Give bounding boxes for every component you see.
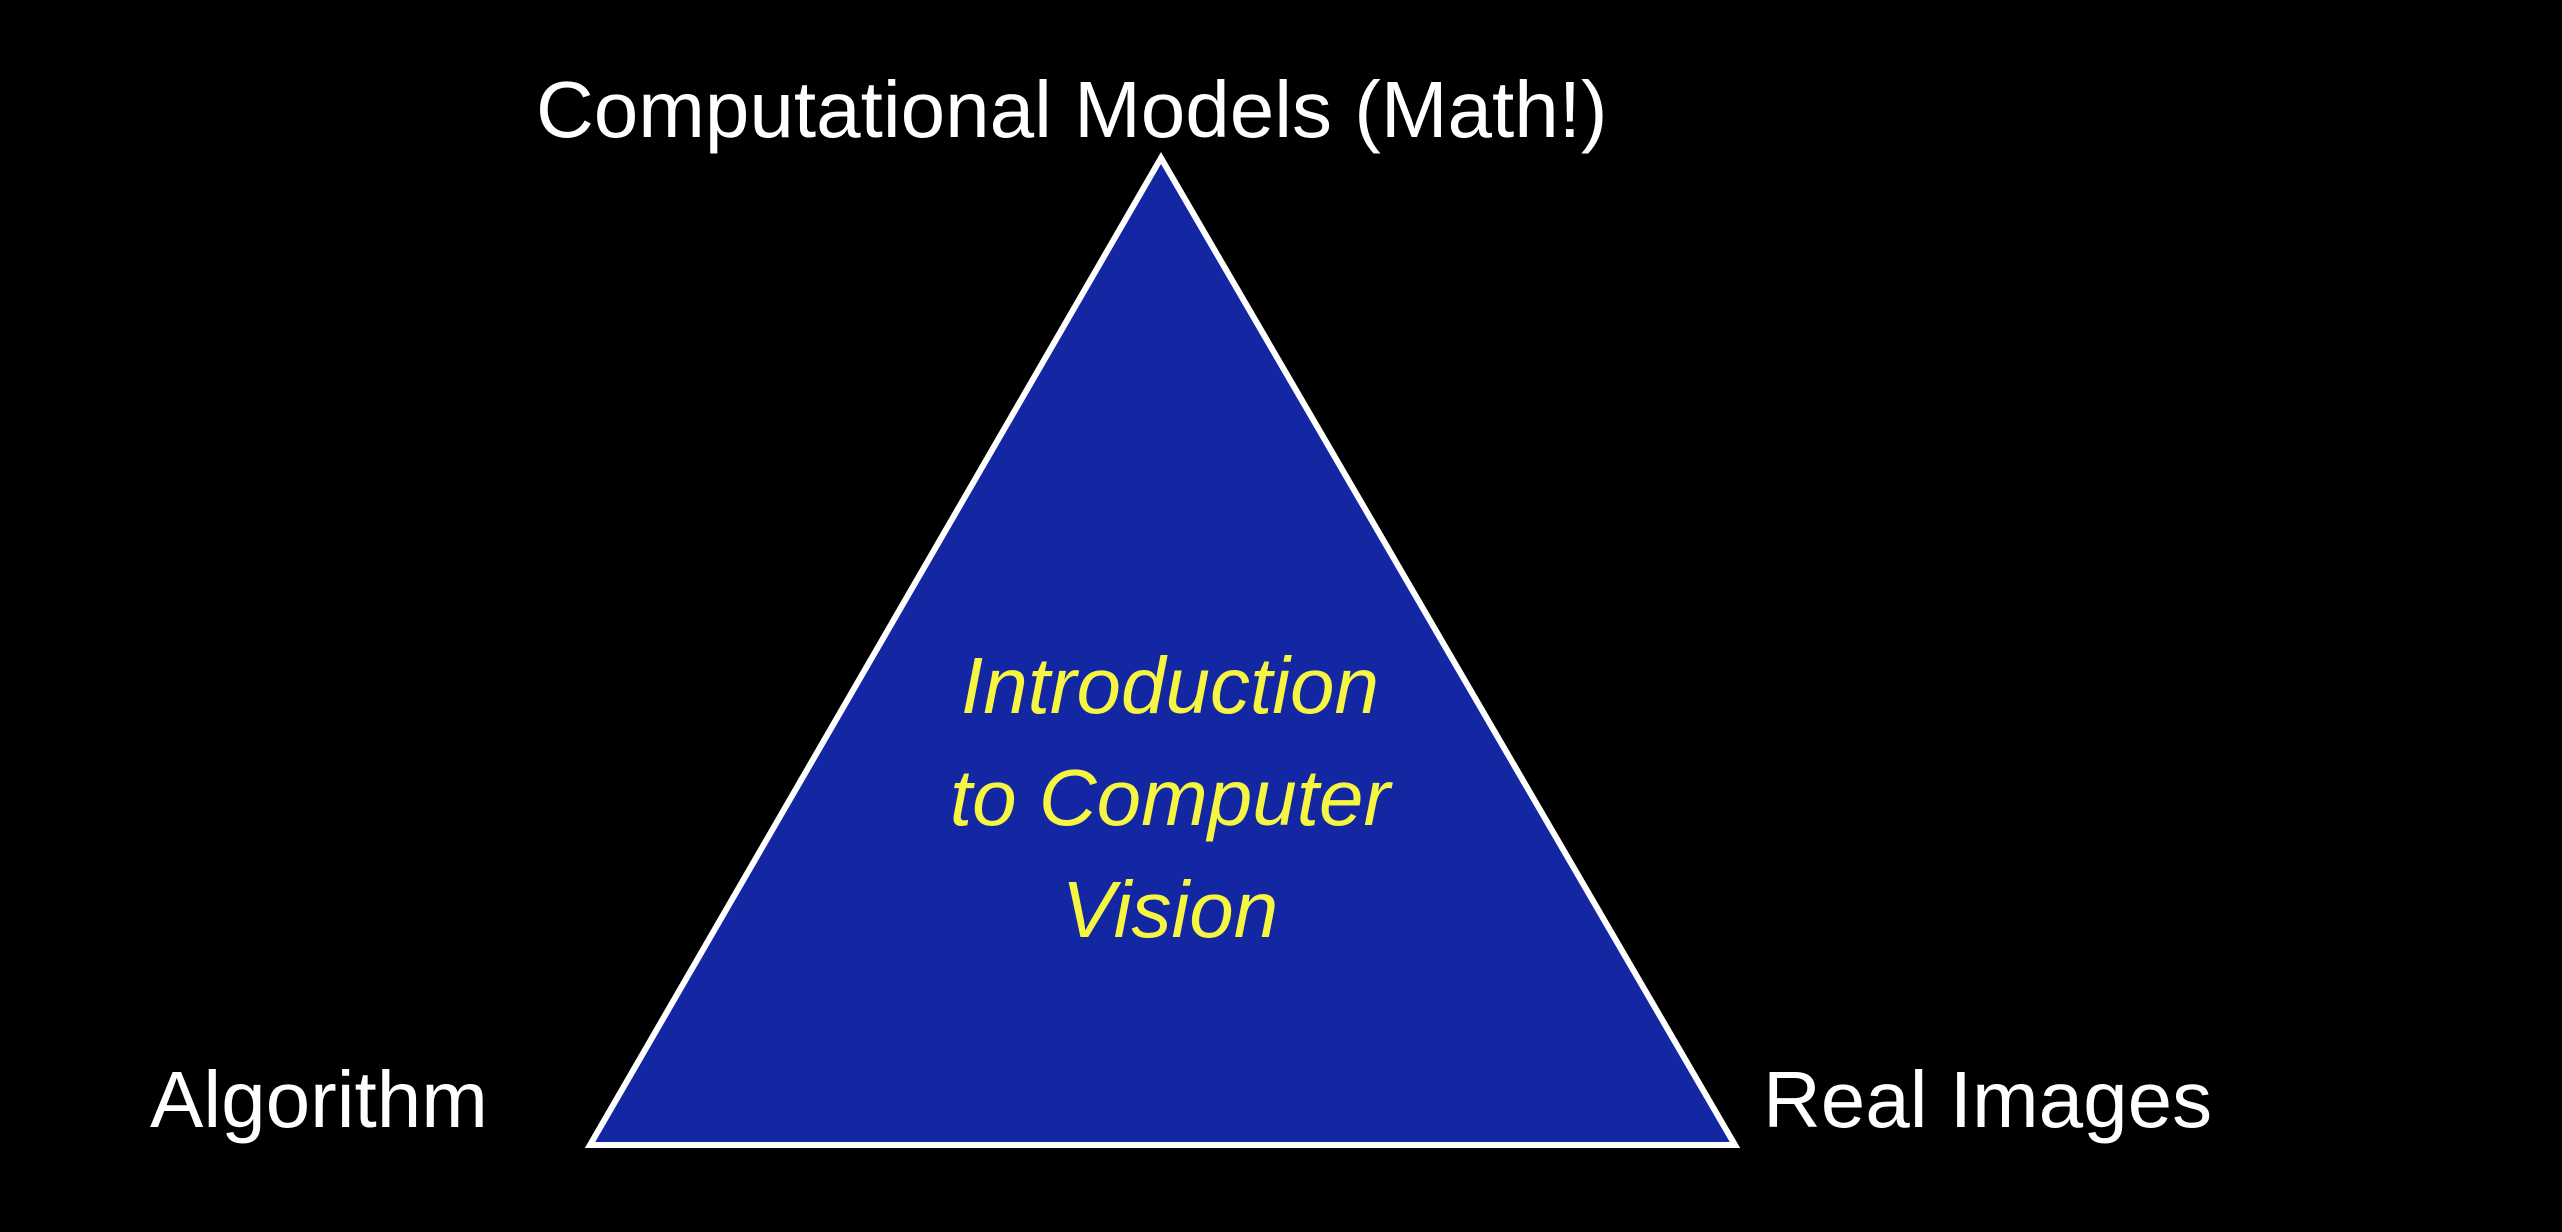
top-vertex-label: Computational Models (Math!) xyxy=(536,65,1608,154)
center-title-line-2: to Computer xyxy=(949,753,1391,842)
center-title: Introduction to Computer Vision xyxy=(870,630,1470,966)
center-title-line-3: Vision xyxy=(1061,865,1279,954)
triangle-diagram xyxy=(584,152,1741,1148)
center-title-line-1: Introduction xyxy=(960,641,1380,730)
slide: Computational Models (Math!) Algorithm R… xyxy=(0,0,2562,1232)
right-vertex-label: Real Images xyxy=(1763,1055,2213,1144)
left-vertex-label: Algorithm xyxy=(150,1055,488,1144)
